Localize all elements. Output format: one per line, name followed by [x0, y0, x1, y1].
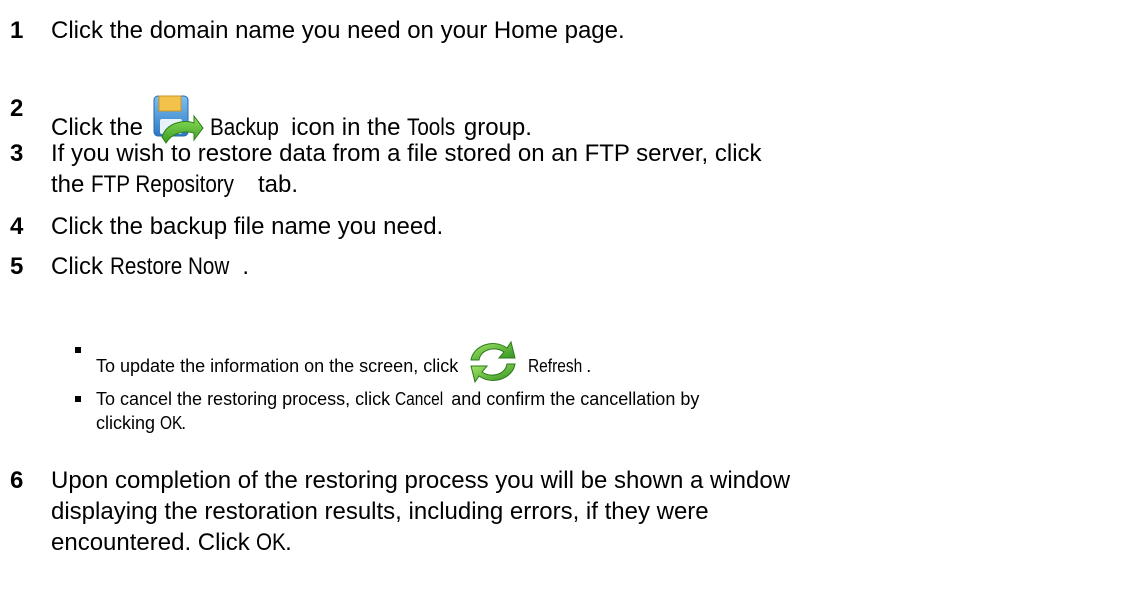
- bullet: [75, 396, 81, 402]
- step-4: 4 Click the backup file name you need.: [10, 211, 1135, 242]
- sub-item-refresh: To update the information on the screen,…: [75, 338, 1135, 392]
- step-text: group.: [463, 114, 532, 141]
- step-number: 6: [10, 467, 24, 494]
- step-text: displaying the restoration results, incl…: [51, 498, 709, 525]
- step-1: 1 Click the domain name you need on your…: [10, 15, 1135, 46]
- step-text: Click: [51, 253, 103, 280]
- restore-now-label: Restore Now: [109, 253, 229, 280]
- ok-label: OK: [256, 529, 287, 556]
- sub-text: To cancel the restoring process, click: [96, 389, 391, 409]
- refresh-label: Refresh: [528, 356, 583, 376]
- step-number: 1: [10, 17, 24, 44]
- ftp-repository-label: FTP Repository: [91, 171, 235, 198]
- step-number: 3: [10, 140, 24, 167]
- step-text: Click the: [51, 114, 144, 141]
- bullet: [75, 347, 81, 353]
- step-number: 5: [10, 253, 24, 280]
- sub-text: and confirm the cancellation by: [451, 389, 700, 409]
- sub-text: clicking: [96, 413, 156, 433]
- step-text: Click the domain name you need on your H…: [51, 17, 625, 44]
- step-text: Click the backup file name you need.: [51, 213, 444, 240]
- step-text: the: [51, 171, 85, 198]
- step-text: .: [242, 253, 250, 280]
- step-text: If you wish to restore data from a file …: [51, 140, 762, 167]
- step-text: Upon completion of the restoring process…: [51, 467, 791, 494]
- step-number: 2: [10, 95, 24, 122]
- sub-text: .: [586, 356, 592, 376]
- step-3: 3 If you wish to restore data from a fil…: [10, 138, 1135, 200]
- step-6: 6 Upon completion of the restoring proce…: [10, 465, 1135, 558]
- cancel-label: Cancel: [395, 389, 444, 409]
- refresh-arrows-icon: [463, 338, 523, 392]
- step-text: tab.: [258, 171, 299, 198]
- step-text: encountered. Click: [51, 529, 250, 556]
- sub-text: To update the information on the screen,…: [96, 356, 459, 376]
- step-text: icon in the: [291, 114, 401, 141]
- step-number: 4: [10, 213, 24, 240]
- ok-label: OK: [160, 413, 183, 433]
- sub-item-cancel: To cancel the restoring process, click C…: [75, 387, 1135, 435]
- step-text: .: [285, 529, 292, 556]
- step-5: 5 Click Restore Now.: [10, 251, 1135, 282]
